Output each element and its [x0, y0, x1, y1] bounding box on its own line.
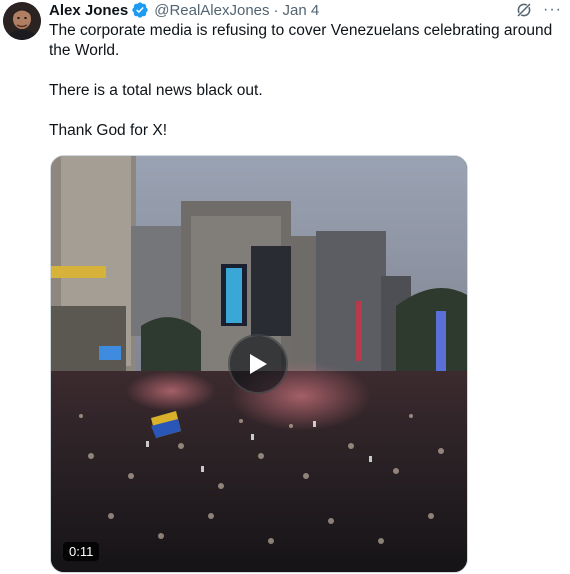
author-name[interactable]: Alex Jones — [49, 2, 128, 19]
more-icon[interactable]: ··· — [543, 1, 562, 19]
tweet[interactable]: Alex Jones @RealAlexJones · Jan 4 ··· Th… — [0, 0, 570, 574]
timestamp[interactable]: Jan 4 — [283, 2, 320, 19]
play-icon — [250, 354, 267, 374]
top-actions: ··· — [515, 1, 562, 19]
verified-badge-icon[interactable] — [131, 1, 149, 19]
play-button[interactable] — [228, 334, 288, 394]
grok-icon[interactable] — [515, 1, 533, 19]
tweet-paragraph: There is a total news black out. — [49, 82, 263, 99]
tweet-paragraph: The corporate media is refusing to cover… — [49, 22, 553, 59]
video-player[interactable]: 0:11 — [50, 155, 468, 573]
tweet-paragraph: Thank God for X! — [49, 122, 168, 139]
avatar[interactable] — [3, 2, 41, 40]
separator-dot: · — [273, 1, 279, 19]
tweet-header: Alex Jones @RealAlexJones · Jan 4 — [49, 0, 319, 20]
author-handle[interactable]: @RealAlexJones — [154, 2, 269, 19]
tweet-text: The corporate media is refusing to cover… — [49, 21, 554, 161]
video-duration: 0:11 — [63, 542, 100, 561]
